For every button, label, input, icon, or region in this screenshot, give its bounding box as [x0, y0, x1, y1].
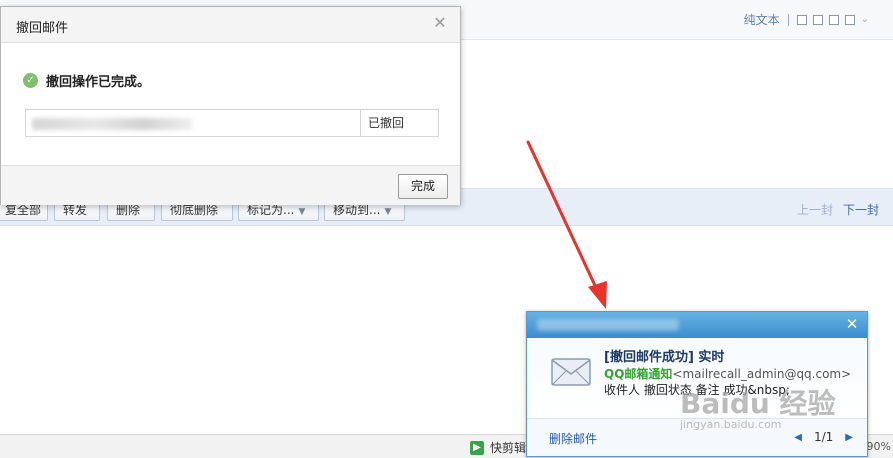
status-message: 撤回操作已完成。 — [46, 75, 151, 90]
new-mail-notification: ✕ [撤回邮件成功] 实时 QQ邮箱通知<mailrecall_admin@qq… — [526, 311, 868, 457]
view-tools: 纯文本 ⌄ — [744, 11, 869, 28]
caret-down-icon: ▼ — [384, 207, 392, 217]
recall-status: ✓ 撤回操作已完成。 — [23, 71, 150, 90]
divider — [787, 13, 789, 26]
dialog-title: 撤回邮件 — [16, 21, 69, 36]
recall-mail-dialog: 撤回邮件 ✕ ✓ 撤回操作已完成。 已撤回 完成 — [0, 6, 461, 205]
mail-pager: 上一封 下一封 — [797, 201, 879, 218]
plain-text-link[interactable]: 纯文本 — [744, 11, 780, 28]
recall-result-row: 已撤回 — [25, 109, 439, 137]
recall-state-cell: 已撤回 — [368, 116, 405, 130]
popout-icon[interactable] — [812, 14, 823, 25]
notification-subject: [撤回邮件成功] 实时 — [604, 350, 725, 365]
new-window-icon[interactable] — [796, 14, 807, 25]
redacted-title — [537, 319, 679, 331]
previous-arrow-icon[interactable]: ◀ — [794, 432, 802, 443]
recipient-cell — [26, 110, 361, 136]
notification-sender: QQ邮箱通知<mailrecall_admin@qq.com> — [604, 365, 851, 382]
notification-body[interactable]: [撤回邮件成功] 实时 QQ邮箱通知<mailrecall_admin@qq.c… — [527, 338, 867, 418]
next-arrow-icon[interactable]: ▶ — [845, 432, 853, 443]
close-icon[interactable]: ✕ — [432, 15, 448, 31]
sender-address: <mailrecall_admin@qq.com> — [672, 367, 852, 381]
sender-name: QQ邮箱通知 — [604, 367, 673, 381]
notification-pager: ◀ 1/1 ▶ — [794, 430, 853, 444]
dialog-header: 撤回邮件 ✕ — [1, 7, 460, 43]
home-icon[interactable] — [828, 14, 839, 25]
notification-preview: 收件人 撤回状态 备注 成功&nbsp; — [604, 383, 790, 397]
done-button[interactable]: 完成 — [398, 174, 448, 199]
arrow-head — [588, 281, 607, 309]
chevron-down-icon[interactable]: ⌄ — [861, 14, 869, 25]
play-icon: ▶ — [470, 440, 484, 455]
zoom-level: 90% — [866, 440, 891, 453]
check-icon: ✓ — [23, 73, 38, 88]
dialog-footer: 完成 — [1, 165, 460, 205]
notification-footer: 删除邮件 ◀ 1/1 ▶ — [527, 418, 867, 456]
caret-down-icon: ▼ — [298, 207, 306, 217]
next-mail-link[interactable]: 下一封 — [843, 201, 879, 218]
redacted-recipient — [32, 118, 192, 130]
page-indicator: 1/1 — [813, 430, 834, 444]
quickcut-entry[interactable]: ▶ 快剪辑 — [470, 439, 526, 456]
notification-header: ✕ — [527, 312, 867, 338]
delete-mail-link[interactable]: 删除邮件 — [549, 430, 597, 447]
previous-mail-link[interactable]: 上一封 — [797, 201, 833, 218]
envelope-icon — [551, 358, 591, 386]
quickcut-label: 快剪辑 — [490, 441, 527, 455]
close-icon[interactable]: ✕ — [845, 317, 859, 332]
print-icon[interactable] — [844, 14, 855, 25]
